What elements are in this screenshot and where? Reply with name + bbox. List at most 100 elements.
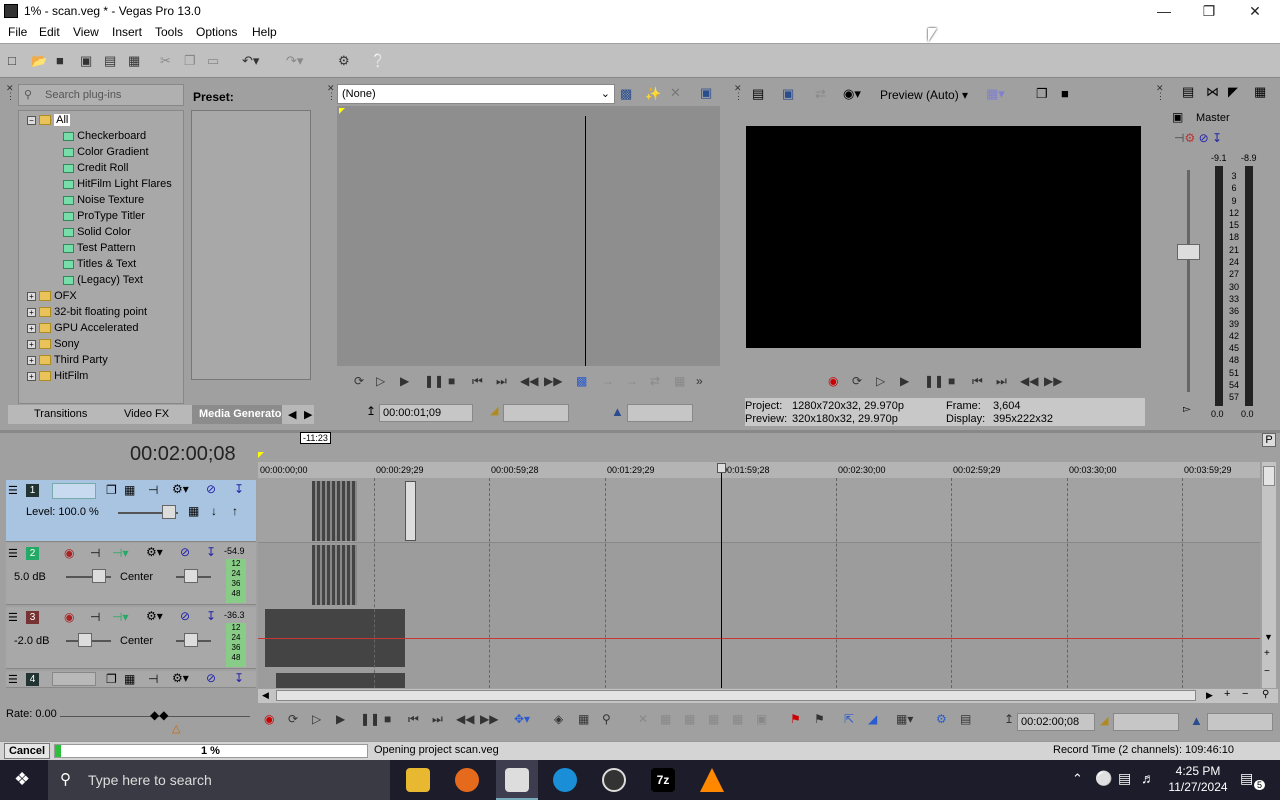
pan-crop-icon[interactable]: ▦ — [124, 672, 135, 686]
rate-slider-handle[interactable]: ◆◆ — [150, 708, 168, 722]
normal-edit-tool-icon[interactable]: ✥▾ — [514, 712, 530, 726]
next-frame-icon[interactable]: ▶▶ — [544, 374, 562, 388]
tab-scroll-left[interactable]: ◀ — [288, 408, 296, 421]
close-button[interactable]: ✕ — [1232, 0, 1278, 22]
select-icon[interactable]: ▩ — [576, 374, 587, 388]
cancel-button[interactable]: Cancel — [4, 743, 50, 759]
selection-tool-icon[interactable]: ▦ — [578, 712, 589, 726]
track-fx-icon[interactable]: ⚙▾ — [172, 671, 189, 685]
region-icon[interactable]: ⚑ — [814, 712, 825, 726]
zoom-in-icon[interactable]: + — [1224, 688, 1230, 700]
tree-item-generator[interactable]: Test Pattern — [63, 242, 136, 254]
volume-icon[interactable]: ♬ — [1141, 770, 1155, 786]
delete-icon[interactable]: ✕ — [638, 712, 648, 726]
loop-icon[interactable]: ⟳ — [354, 374, 364, 388]
expand-icon[interactable]: + — [27, 307, 36, 317]
selection-length-field[interactable] — [1207, 713, 1273, 731]
play-icon[interactable]: ▶ — [900, 374, 909, 388]
grid-icon[interactable]: ▦▾ — [986, 86, 1005, 102]
mute-icon[interactable]: ⊘ — [206, 671, 216, 685]
record-icon[interactable]: ◉ — [264, 712, 274, 726]
project-timecode[interactable]: 00:02:00;08 — [130, 443, 236, 466]
expand-icon[interactable]: + — [27, 323, 36, 333]
copy-icon[interactable]: ❐ — [184, 53, 196, 69]
menu-tools[interactable]: Tools — [155, 25, 183, 39]
scrollbar-thumb[interactable] — [1263, 466, 1275, 486]
panel-handle[interactable]: ✕ ⋮ — [734, 84, 743, 404]
firefox-icon[interactable] — [455, 768, 479, 792]
zoom-tool-icon[interactable]: ⚲ — [602, 712, 611, 726]
track-header-video-4[interactable]: ☰ 4 ❐ ▦ ⊣ ⚙▾ ⊘ ↧ — [6, 671, 256, 688]
parent-icon[interactable]: ↓ — [211, 504, 217, 518]
vegas-taskbar-button[interactable] — [496, 760, 538, 800]
pause-icon[interactable]: ❚❚ — [424, 374, 444, 388]
timeline-ruler[interactable]: 00:00:00;00 00:00:29;29 00:00:59;28 00:0… — [258, 462, 1260, 478]
marker-icon[interactable]: ⚑ — [790, 712, 801, 726]
maximize-button[interactable]: ❐ — [1186, 0, 1232, 22]
tree-item-generator[interactable]: Solid Color — [63, 226, 131, 238]
track-header-audio-2[interactable]: ☰ 2 ◉ ⊣ ⊣▾ ⚙▾ ⊘ ↧ -54.9 5.0 dB Center 12… — [6, 543, 256, 605]
taskbar-search[interactable]: ⚲ Type here to search — [48, 760, 390, 800]
trimmer-in-field[interactable] — [503, 404, 569, 422]
network-icon[interactable]: ▤ — [1118, 770, 1131, 787]
vlc-icon[interactable] — [700, 768, 724, 792]
mark-icon[interactable]: ✨ — [645, 86, 661, 102]
tree-item-generator[interactable]: Titles & Text — [63, 258, 136, 270]
track-menu-icon[interactable]: ☰ — [8, 547, 18, 560]
microphone-icon[interactable]: ⚪ — [1095, 770, 1112, 787]
redo-icon[interactable]: ↷▾ — [286, 53, 303, 69]
next-frame-icon[interactable]: ▶▶ — [1044, 374, 1062, 388]
previous-frame-icon[interactable]: ◀◀ — [456, 712, 474, 726]
zoom-out-icon[interactable]: − — [1264, 666, 1270, 677]
play-from-start-icon[interactable]: ▷ — [876, 374, 885, 388]
preview-quality-dropdown[interactable]: Preview (Auto) ▾ — [880, 88, 968, 102]
arm-record-icon[interactable]: ◉ — [64, 546, 74, 560]
tree-item-generator[interactable]: Credit Roll — [63, 162, 128, 174]
tree-item-generator[interactable]: ProType Titler — [63, 210, 145, 222]
menu-options[interactable]: Options — [196, 25, 237, 39]
menu-help[interactable]: Help — [252, 25, 277, 39]
pan-crop-icon[interactable]: ▦ — [124, 483, 135, 497]
playhead-handle[interactable] — [717, 463, 726, 473]
copy-snapshot-icon[interactable]: ❐ — [1036, 86, 1048, 102]
compositing-icon[interactable]: ⊣ — [148, 483, 158, 497]
tree-item-generator[interactable]: Color Gradient — [63, 146, 149, 158]
track-header-video-1[interactable]: ☰ 1 ❐ ▦ ⊣ ⚙▾ ⊘ ↧ Level: 100.0 % ▦ ↓ ↑ — [6, 480, 256, 542]
auto-ripple-icon[interactable]: ▦▾ — [896, 712, 913, 726]
track-name-field[interactable] — [52, 672, 96, 686]
track-menu-icon[interactable]: ☰ — [8, 673, 18, 686]
cursor-marker[interactable]: -11:23 — [270, 432, 332, 445]
scrollbar-thumb[interactable] — [276, 690, 1196, 701]
trimmer-area[interactable] — [337, 106, 720, 366]
new-icon[interactable]: □ — [8, 53, 16, 68]
audio-clip[interactable] — [312, 545, 357, 605]
play-from-start-icon[interactable]: ▷ — [376, 374, 385, 388]
lock-envelopes-icon[interactable]: ⚙ — [936, 712, 947, 726]
volume-slider-handle[interactable] — [92, 569, 106, 583]
trim-end-icon[interactable]: ▦ — [708, 712, 719, 726]
tree-item-folder[interactable]: + Third Party — [27, 354, 108, 366]
fill-icon[interactable]: ⇄ — [650, 374, 660, 388]
pause-icon[interactable]: ❚❚ — [360, 712, 380, 726]
fx-chain-icon[interactable]: ⊣ — [1174, 131, 1184, 145]
volume-envelope[interactable] — [258, 638, 1260, 639]
open-icon[interactable]: 📂 — [31, 53, 47, 69]
video-clip[interactable] — [405, 481, 416, 541]
zoom-out-icon[interactable]: − — [1242, 688, 1248, 700]
tree-item-folder[interactable]: + 32-bit floating point — [27, 306, 147, 318]
solo-icon[interactable]: ↧ — [1212, 131, 1222, 145]
vertical-scrollbar[interactable]: ▼ + − — [1262, 462, 1276, 688]
clock[interactable]: 4:25 PM 11/27/2024 — [1166, 764, 1230, 794]
mute-icon[interactable]: ⊘ — [1199, 131, 1209, 145]
previous-frame-icon[interactable]: ◀◀ — [1020, 374, 1038, 388]
tree-item-generator[interactable]: HitFilm Light Flares — [63, 178, 172, 190]
track-menu-icon[interactable]: ☰ — [8, 484, 18, 497]
insert-icon[interactable]: → — [602, 374, 614, 388]
track-fx-icon[interactable]: ⚙▾ — [146, 545, 163, 559]
mixer-properties-icon[interactable]: ▤ — [1182, 84, 1194, 100]
loop-icon[interactable]: ⟳ — [852, 374, 862, 388]
video-clip[interactable] — [276, 673, 405, 688]
help-icon[interactable]: ❔ — [370, 53, 386, 69]
track-fx-icon[interactable]: ⚙▾ — [146, 609, 163, 623]
invert-phase-icon[interactable]: ⊣ — [90, 546, 100, 560]
